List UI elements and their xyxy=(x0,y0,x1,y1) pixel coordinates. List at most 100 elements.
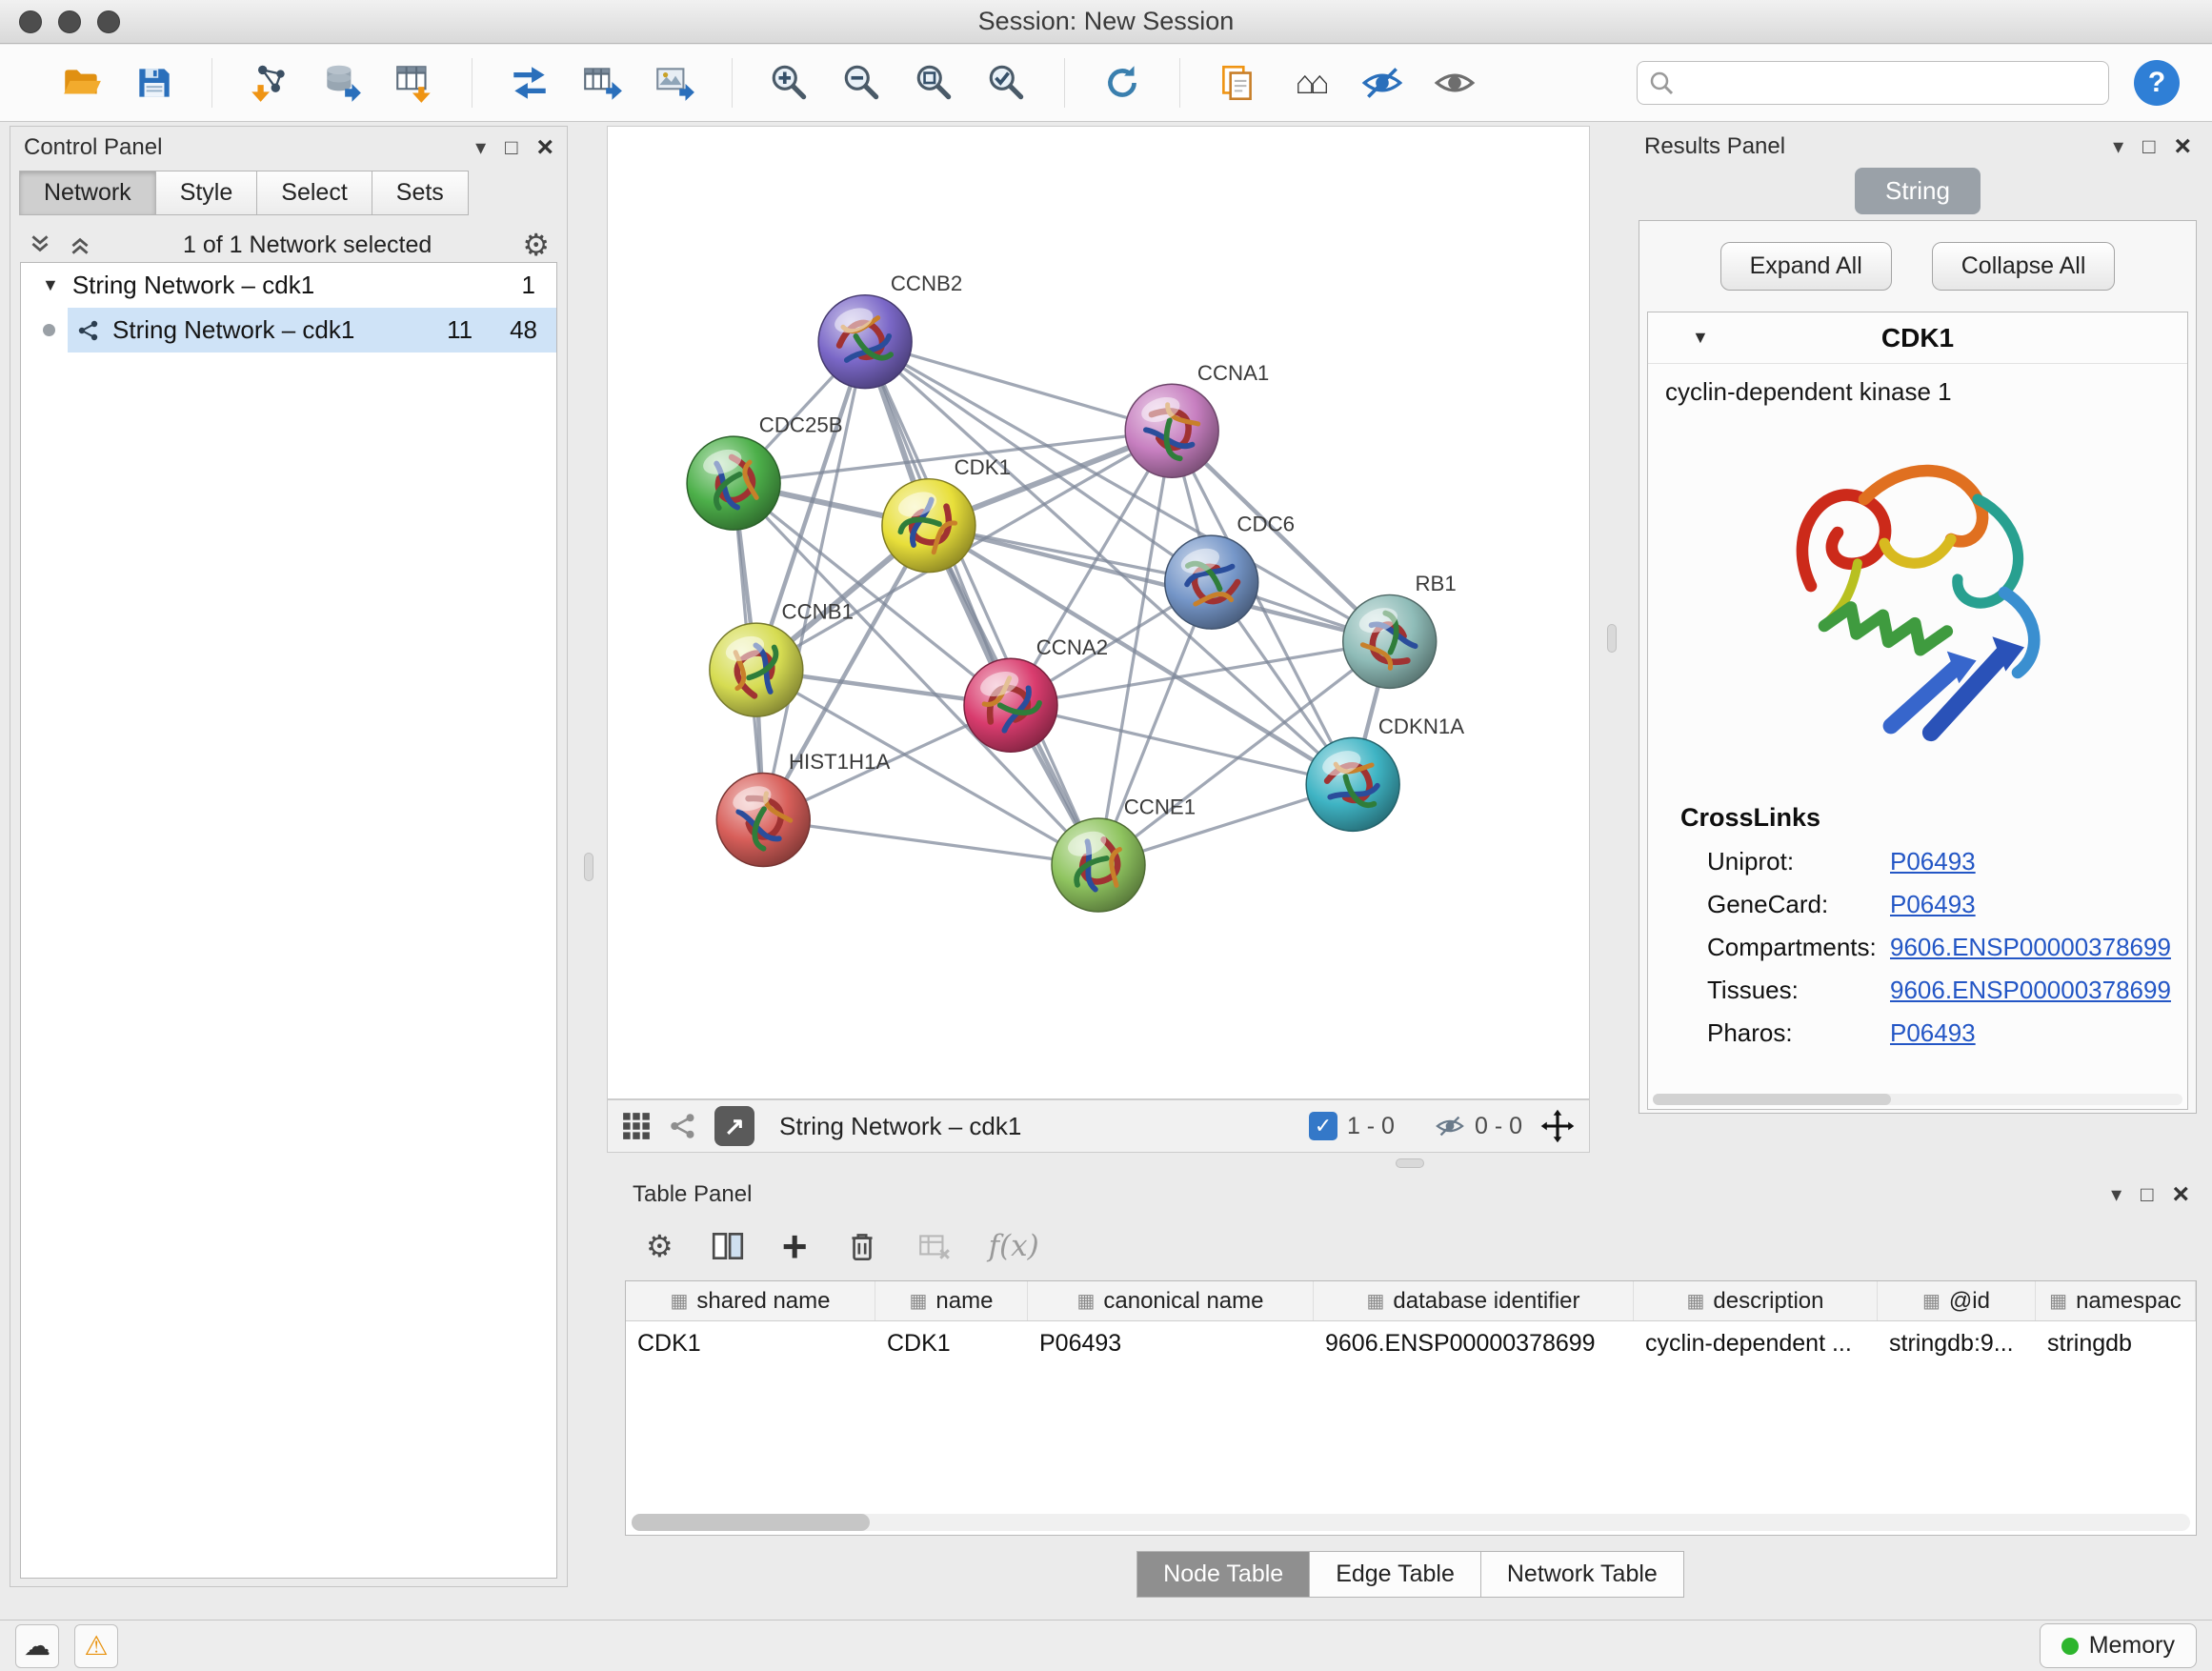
delete-column-trash-icon[interactable] xyxy=(844,1228,880,1264)
network-graph[interactable]: CCNB2CCNA1CDC25BCDK1CDC6RB1CCNB1CCNA2CDK… xyxy=(608,127,1589,1098)
network-canvas[interactable]: CCNB2CCNA1CDC25BCDK1CDC6RB1CCNB1CCNA2CDK… xyxy=(607,126,1590,1099)
table-settings-gear-icon[interactable]: ⚙ xyxy=(646,1228,674,1264)
collapse-panel-icon[interactable]: ▾ xyxy=(475,137,486,158)
share-network-icon[interactable] xyxy=(669,1112,697,1140)
show-details-button[interactable] xyxy=(1425,53,1484,112)
import-network-database-button[interactable] xyxy=(312,53,372,112)
collapse-all-button[interactable]: Collapse All xyxy=(1932,242,2116,291)
zoom-button[interactable] xyxy=(97,10,120,33)
string-tab[interactable]: String xyxy=(1855,168,1981,214)
column-header[interactable]: ▦canonical name xyxy=(1028,1281,1314,1320)
hidden-count: 0 - 0 xyxy=(1475,1113,1522,1140)
network-node-CCNB2[interactable]: CCNB2 xyxy=(818,272,962,388)
show-columns-icon[interactable] xyxy=(710,1228,746,1264)
splitter-handle[interactable] xyxy=(584,853,593,881)
horizontal-scrollbar[interactable] xyxy=(632,1514,2190,1531)
column-header[interactable]: ▦namespac xyxy=(2036,1281,2196,1320)
crosslink-link[interactable]: 9606.ENSP00000378699 xyxy=(1890,933,2171,962)
splitter-handle[interactable] xyxy=(1607,624,1617,653)
close-button[interactable] xyxy=(19,10,42,33)
float-panel-icon[interactable]: □ xyxy=(505,137,517,158)
float-panel-icon[interactable]: □ xyxy=(2142,136,2155,157)
splitter-handle[interactable] xyxy=(1396,1158,1424,1168)
zoom-fit-button[interactable] xyxy=(905,53,964,112)
table-cell[interactable]: 9606.ENSP00000378699 xyxy=(1314,1330,1634,1358)
close-panel-icon[interactable]: × xyxy=(2174,132,2191,161)
protein-card-header[interactable]: ▼ CDK1 xyxy=(1648,312,2187,364)
crosslink-link[interactable]: 9606.ENSP00000378699 xyxy=(1890,976,2171,1005)
zoom-in-button[interactable] xyxy=(760,53,819,112)
delete-table-icon[interactable] xyxy=(916,1228,953,1264)
hide-details-button[interactable] xyxy=(1353,53,1412,112)
import-table-button[interactable] xyxy=(385,53,444,112)
table-cell[interactable]: CDK1 xyxy=(875,1330,1028,1358)
tab-node-table[interactable]: Node Table xyxy=(1136,1551,1310,1598)
column-header[interactable]: ▦@id xyxy=(1878,1281,2036,1320)
add-column-icon[interactable]: + xyxy=(782,1229,808,1264)
horizontal-scrollbar[interactable] xyxy=(1653,1094,2182,1105)
help-button[interactable]: ? xyxy=(2134,60,2180,106)
open-session-button[interactable] xyxy=(52,53,111,112)
table-cell[interactable]: cyclin-dependent ... xyxy=(1634,1330,1878,1358)
save-session-button[interactable] xyxy=(125,53,184,112)
tab-network[interactable]: Network xyxy=(19,171,156,215)
tab-sets[interactable]: Sets xyxy=(372,171,469,215)
table-cell[interactable]: CDK1 xyxy=(626,1330,875,1358)
search-box[interactable] xyxy=(1637,61,2109,105)
column-header[interactable]: ▦description xyxy=(1634,1281,1878,1320)
gear-icon[interactable]: ⚙ xyxy=(522,227,550,263)
network-collection-row[interactable]: ▼ String Network – cdk1 1 xyxy=(21,263,556,308)
close-panel-icon[interactable]: × xyxy=(2172,1180,2189,1209)
pan-move-icon[interactable] xyxy=(1539,1108,1576,1144)
disclosure-icon[interactable]: ▼ xyxy=(42,275,59,295)
table-cell[interactable]: stringdb:9... xyxy=(1878,1330,2036,1358)
collapse-panel-icon[interactable]: ▾ xyxy=(2113,136,2123,157)
home-button[interactable]: ⌂⌂ xyxy=(1280,53,1339,112)
disclosure-icon[interactable]: ▼ xyxy=(1692,328,1709,348)
collapse-panel-icon[interactable]: ▾ xyxy=(2111,1184,2122,1205)
table-cell[interactable]: stringdb xyxy=(2036,1330,2196,1358)
table-row[interactable]: CDK1 CDK1 P06493 9606.ENSP00000378699 cy… xyxy=(626,1321,2196,1365)
tab-style[interactable]: Style xyxy=(155,171,258,215)
expand-all-button[interactable]: Expand All xyxy=(1720,242,1892,291)
crosslink-link[interactable]: P06493 xyxy=(1890,890,1976,919)
scrollbar-thumb[interactable] xyxy=(632,1514,870,1531)
refresh-button[interactable] xyxy=(1093,53,1152,112)
network-node-CDKN1A[interactable]: CDKN1A xyxy=(1306,715,1464,831)
warnings-button[interactable]: ⚠ xyxy=(74,1624,118,1668)
column-header[interactable]: ▦shared name xyxy=(626,1281,875,1320)
crosslink-link[interactable]: P06493 xyxy=(1890,1018,1976,1048)
search-input[interactable] xyxy=(1676,69,2099,97)
tab-edge-table[interactable]: Edge Table xyxy=(1309,1551,1481,1598)
birdseye-grid-icon[interactable] xyxy=(621,1111,652,1141)
open-in-new-window-button[interactable]: ↗ xyxy=(714,1106,754,1146)
close-panel-icon[interactable]: × xyxy=(536,133,553,162)
zoom-out-button[interactable] xyxy=(833,53,892,112)
minimize-button[interactable] xyxy=(58,10,81,33)
tab-network-table[interactable]: Network Table xyxy=(1480,1551,1684,1598)
export-network-button[interactable] xyxy=(500,53,559,112)
crosslink-link[interactable]: P06493 xyxy=(1890,847,1976,876)
zoom-selected-button[interactable] xyxy=(977,53,1036,112)
network-row[interactable]: String Network – cdk1 11 48 xyxy=(21,308,556,352)
memory-button[interactable]: Memory xyxy=(2040,1623,2197,1668)
column-header[interactable]: ▦name xyxy=(875,1281,1028,1320)
tab-select[interactable]: Select xyxy=(256,171,372,215)
selected-checkbox-icon[interactable]: ✓ xyxy=(1309,1112,1337,1140)
function-builder-icon[interactable]: f(x) xyxy=(989,1229,1039,1263)
network-node-CDK1[interactable]: CDK1 xyxy=(882,455,1011,572)
network-node-HIST1H1A[interactable]: HIST1H1A xyxy=(716,750,890,866)
copy-button[interactable] xyxy=(1208,53,1267,112)
export-image-button[interactable] xyxy=(645,53,704,112)
float-panel-icon[interactable]: □ xyxy=(2141,1184,2153,1205)
export-table-button[interactable] xyxy=(573,53,632,112)
column-header[interactable]: ▦database identifier xyxy=(1314,1281,1634,1320)
network-node-CCNA1[interactable]: CCNA1 xyxy=(1125,361,1269,477)
table-cell[interactable]: P06493 xyxy=(1028,1330,1314,1358)
collapse-all-icon[interactable] xyxy=(68,232,92,257)
cloud-sync-button[interactable]: ☁ xyxy=(15,1624,59,1668)
network-node-RB1[interactable]: RB1 xyxy=(1343,572,1457,688)
memory-status-dot xyxy=(2061,1638,2079,1655)
import-network-file-button[interactable] xyxy=(240,53,299,112)
expand-all-icon[interactable] xyxy=(28,232,52,257)
